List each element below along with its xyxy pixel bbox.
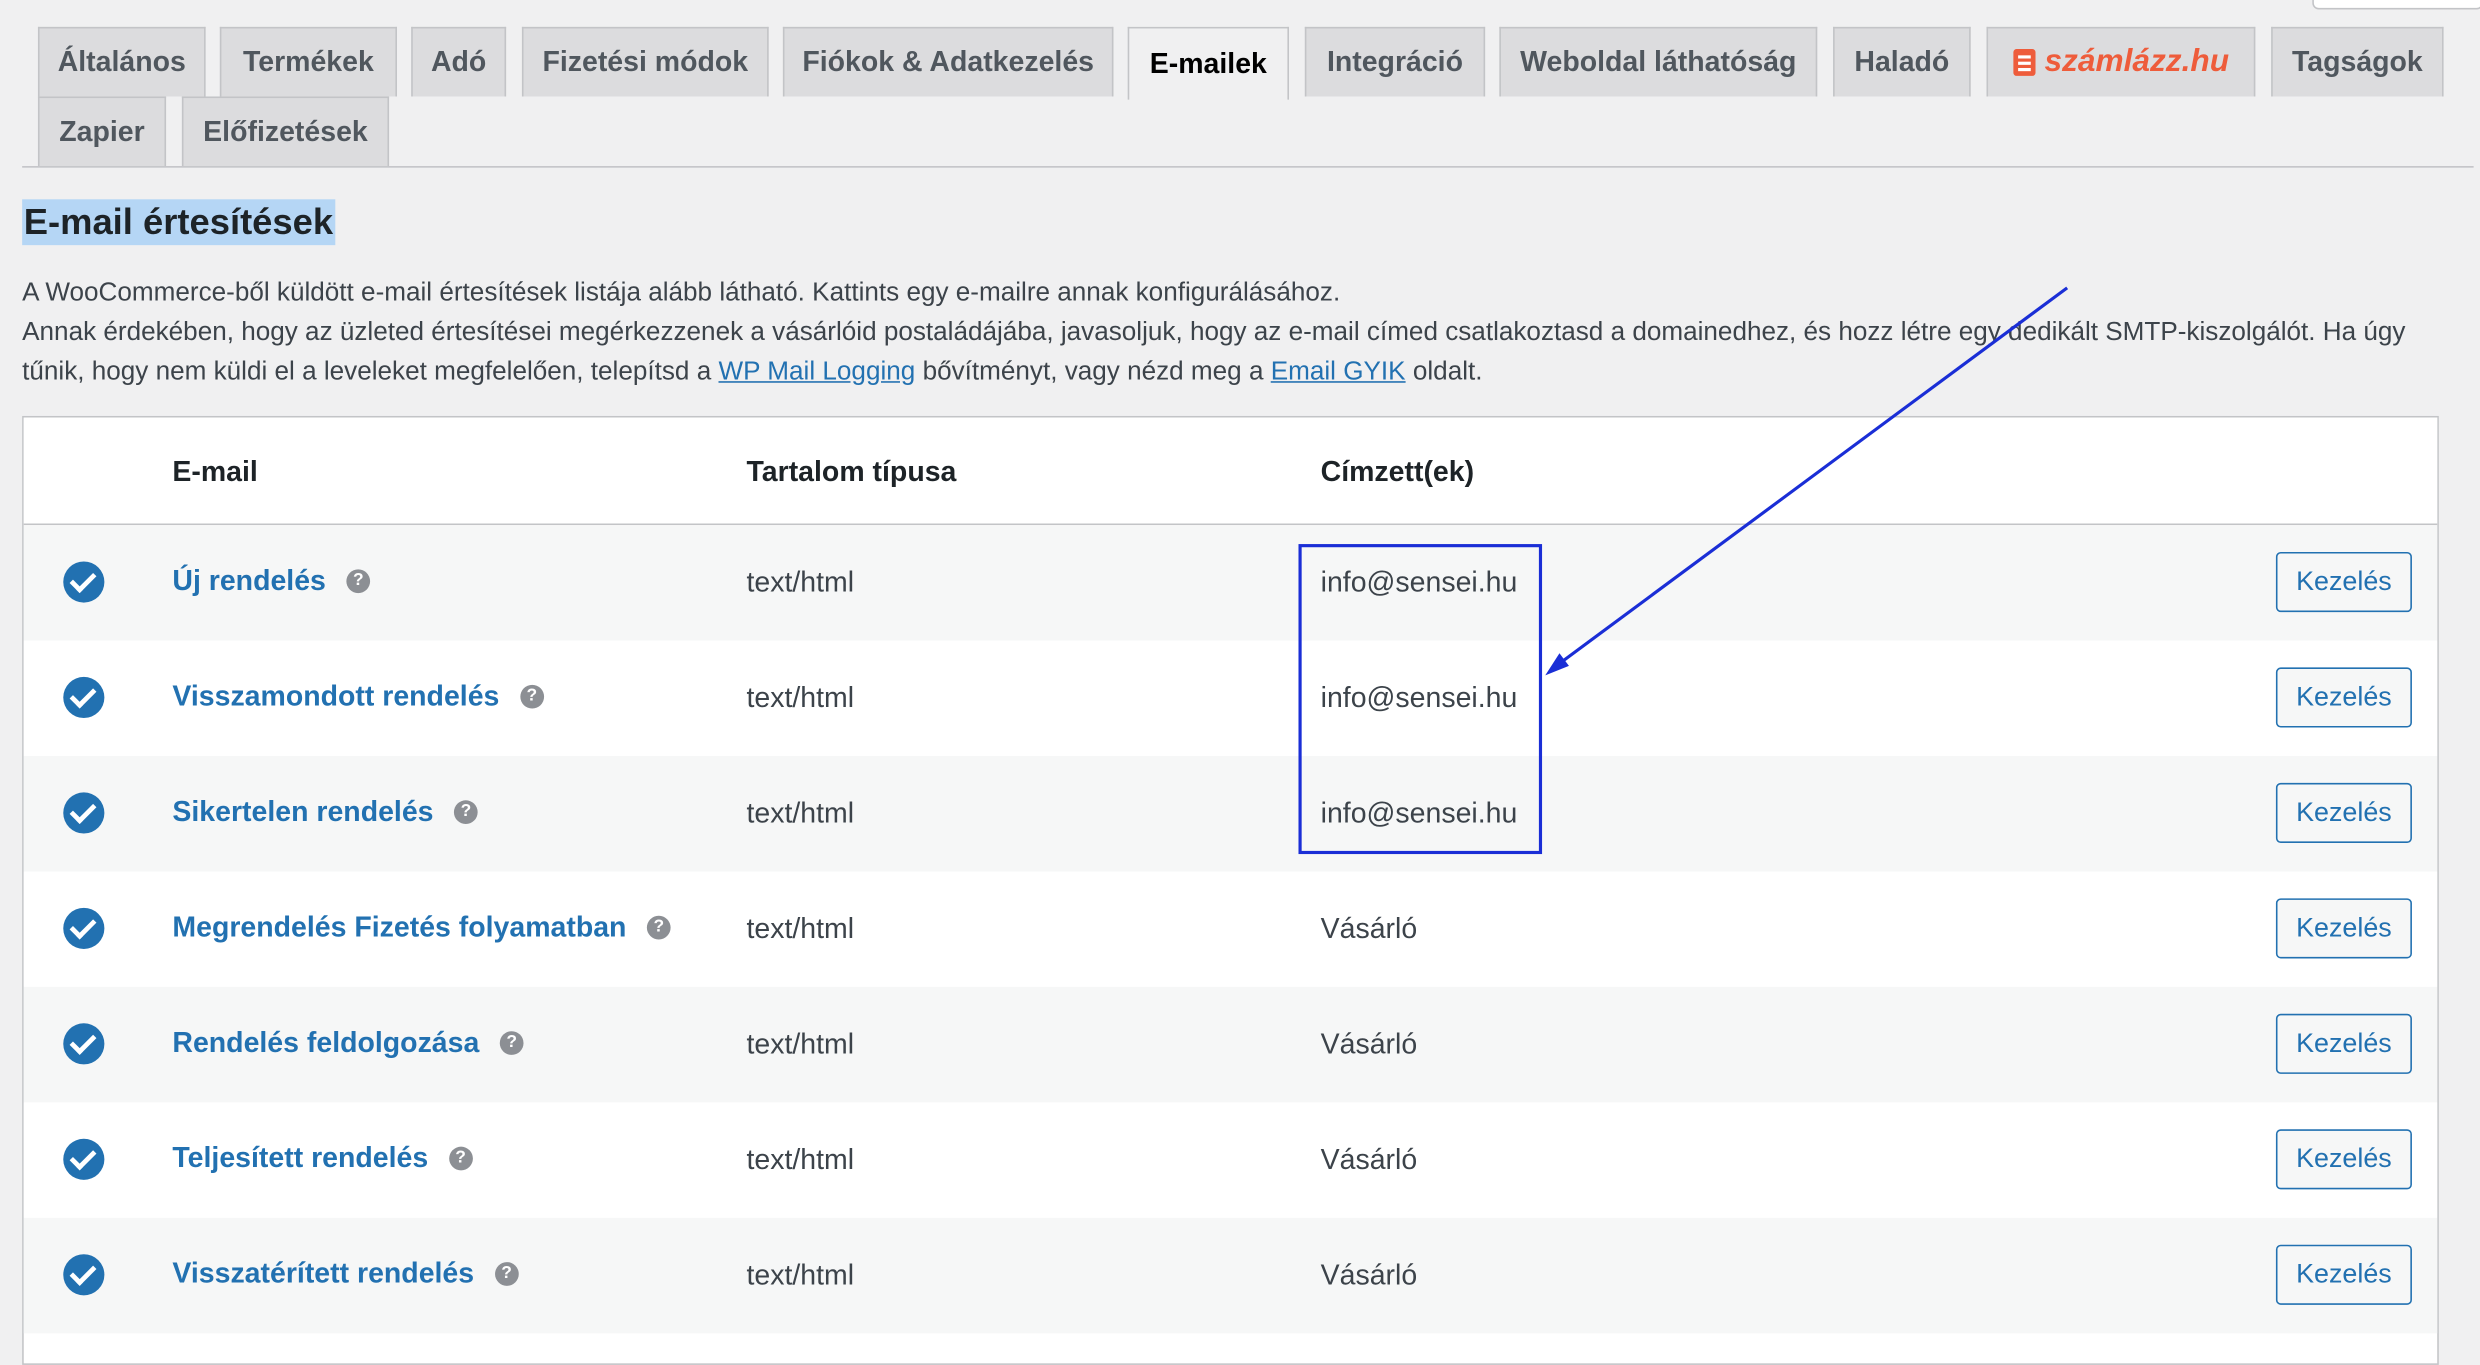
settings-tabs: Általános Termékek Adó Fizetési módok Fi… [0,0,2480,168]
email-title: Sikertelen rendelés [172,795,434,828]
manage-button[interactable]: Kezelés [2275,1129,2412,1190]
help-icon: ? [494,1262,519,1286]
email-title-link[interactable]: Sikertelen rendelés? [172,795,478,829]
szamlazz-logo-icon [2012,49,2035,76]
recipient: info@sensei.hu [1320,797,1518,829]
manage-button[interactable]: Kezelés [2275,667,2412,728]
content-type: text/html [746,797,855,829]
recipient: Vásárló [1320,912,1418,945]
email-title: Teljesített rendelés [172,1141,429,1174]
email-title: Megrendelés Fizetés folyamatban [172,911,627,943]
manage-button[interactable]: Kezelés [2275,551,2412,613]
column-header-recipients: Címzett(ek) [1320,455,1475,488]
tab-fizetesi-modok[interactable]: Fizetési módok [521,26,769,97]
description-mid: bővítményt, vagy nézd meg a [922,357,1264,386]
table-row: Teljesített rendelés? text/html Vásárló … [23,1102,2438,1218]
content-type: text/html [746,681,855,714]
email-title: Rendelés feldolgozása [172,1026,480,1059]
description-end: oldalt. [1412,357,1483,386]
table-row: Megrendelés Fizetés folyamatban? text/ht… [23,871,2438,987]
manage-button[interactable]: Kezelés [2275,898,2412,959]
enabled-check-icon [63,1138,105,1180]
help-icon: ? [647,915,671,940]
tab-ado[interactable]: Adó [411,26,507,97]
recipient: info@sensei.hu [1320,681,1518,714]
manage-button[interactable]: Kezelés [2275,1013,2412,1074]
recipient: info@sensei.hu [1320,566,1518,598]
email-title-link[interactable]: Megrendelés Fizetés folyamatban? [172,911,671,944]
tabs-divider [22,166,2474,168]
email-title-link[interactable]: Teljesített rendelés? [172,1141,473,1175]
tab-halado[interactable]: Haladó [1833,26,1971,97]
email-title: Visszamondott rendelés [172,680,500,712]
wp-mail-logging-link[interactable]: WP Mail Logging [718,357,915,385]
email-title: Visszatérített rendelés [172,1257,475,1290]
table-row: Visszatérített rendelés? text/html Vásár… [23,1217,2438,1334]
email-title-link[interactable]: Rendelés feldolgozása? [172,1026,524,1059]
help-icon: ? [519,684,544,709]
enabled-check-icon [63,792,105,834]
manage-button[interactable]: Kezelés [2275,1244,2412,1305]
column-header-content-type: Tartalom típusa [746,455,957,488]
enabled-check-icon [63,1254,105,1296]
tab-integracio[interactable]: Integráció [1304,26,1486,97]
email-title: Új rendelés [172,564,326,597]
email-notifications-table: E-mail Tartalom típusa Címzett(ek) Új re… [22,415,2439,1365]
tab-termekek[interactable]: Termékek [219,26,397,97]
tab-fiokok-adatkezeles[interactable]: Fiókok & Adatkezelés [782,26,1114,97]
content-type: text/html [746,566,855,598]
settings-page: Általános Termékek Adó Fizetési módok Fi… [0,0,2480,1365]
help-icon: ? [499,1031,524,1055]
email-title-link[interactable]: Új rendelés? [172,564,371,598]
tab-tagsagok[interactable]: Tagságok [2271,26,2444,97]
tab-emailek[interactable]: E-mailek [1127,26,1290,100]
help-icon: ? [454,800,478,825]
tab-weboldal-lathatosag[interactable]: Weboldal láthatóság [1499,26,1818,97]
table-row: Sikertelen rendelés? text/html info@sens… [23,756,2438,872]
manage-button[interactable]: Kezelés [2275,782,2412,843]
tab-altalanos[interactable]: Általános [37,26,206,97]
tab-zapier[interactable]: Zapier [37,96,167,167]
description-line-1: A WooCommerce-ből küldött e-mail értesít… [22,278,1341,307]
page-title: E-mail értesítések [22,199,335,246]
enabled-check-icon [63,907,105,949]
tab-elofizetesek[interactable]: Előfizetések [181,96,390,167]
help-icon: ? [346,569,371,594]
recipient: Vásárló [1320,1028,1418,1060]
tab-szamlazz-label: számlázz.hu [2044,44,2230,80]
email-title-link[interactable]: Visszamondott rendelés? [172,680,544,713]
recipient: Vásárló [1320,1143,1418,1176]
content-type: text/html [746,1028,855,1060]
column-header-email: E-mail [172,455,258,488]
enabled-check-icon [63,1023,105,1065]
table-row: Rendelés feldolgozása? text/html Vásárló… [23,986,2438,1103]
recipient: Vásárló [1320,1258,1418,1291]
tab-szamlazz[interactable]: számlázz.hu [1986,26,2256,97]
page-description: A WooCommerce-ből küldött e-mail értesít… [22,274,2470,393]
email-title-link[interactable]: Visszatérített rendelés? [172,1257,519,1290]
content-type: text/html [746,912,855,945]
content-type: text/html [746,1143,855,1176]
enabled-check-icon [63,561,105,603]
email-gyik-link[interactable]: Email GYIK [1271,357,1406,385]
table-row: Új rendelés? text/html info@sensei.hu Ke… [23,525,2438,641]
help-icon: ? [448,1146,473,1171]
table-header: E-mail Tartalom típusa Címzett(ek) [23,417,2438,526]
table-row: Visszamondott rendelés? text/html info@s… [23,640,2438,757]
enabled-check-icon [63,676,105,719]
description-line-2: Annak érdekében, hogy az üzleted értesít… [22,313,2470,392]
content-type: text/html [746,1258,855,1291]
